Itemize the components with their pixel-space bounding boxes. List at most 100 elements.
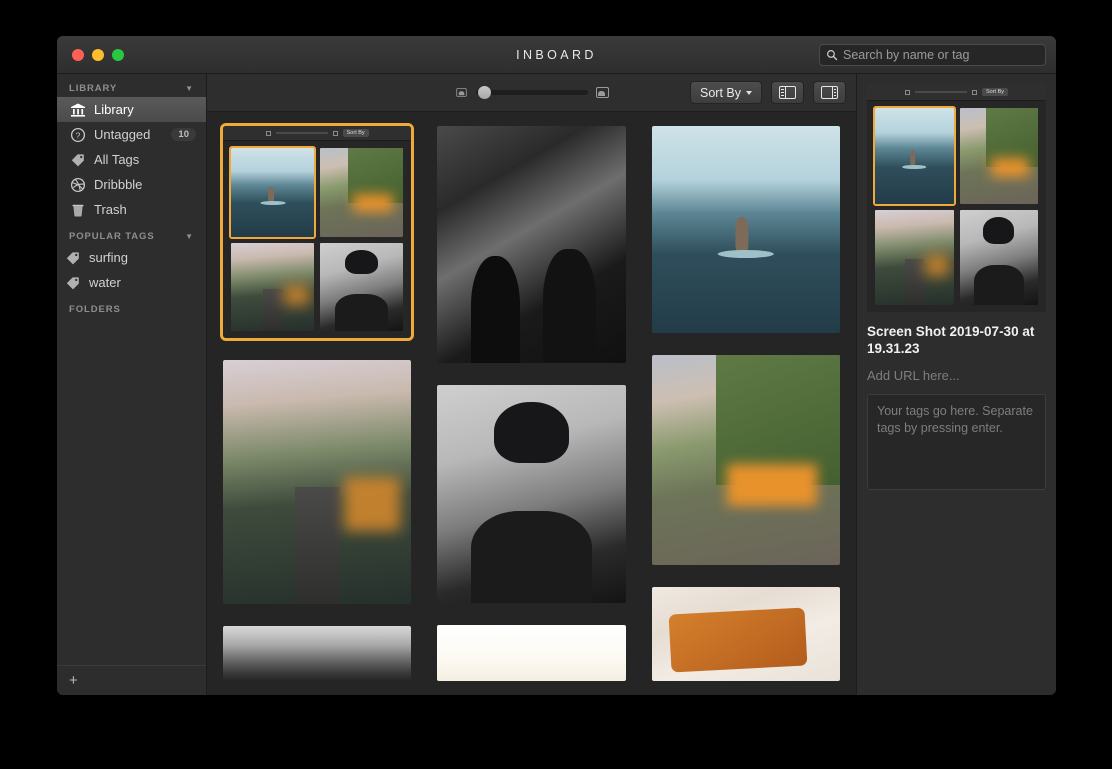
untagged-count-badge: 10 bbox=[171, 127, 196, 142]
search-icon bbox=[827, 50, 838, 61]
grid-item-grilled-cheese[interactable] bbox=[651, 586, 840, 681]
traffic-lights bbox=[57, 48, 124, 61]
mini-sort-label: Sort By bbox=[981, 88, 1009, 96]
dribbble-icon bbox=[70, 177, 86, 192]
sidebar-footer: + bbox=[57, 665, 206, 695]
mini-large-image-icon bbox=[971, 89, 977, 95]
left-panel-toggle-button[interactable] bbox=[771, 81, 804, 104]
thumbnail-image bbox=[437, 126, 626, 363]
thumbnail-size-slider[interactable] bbox=[475, 86, 588, 99]
svg-text:?: ? bbox=[76, 130, 81, 140]
chevron-down-icon[interactable]: ▼ bbox=[185, 232, 194, 241]
inspector-panel: Sort By Screen Shot 2019-07-30 at 19.31.… bbox=[856, 74, 1056, 695]
grid-item-paris-cafe[interactable] bbox=[651, 354, 840, 565]
thumbnail-image bbox=[651, 586, 840, 681]
mini-cell bbox=[320, 242, 404, 332]
url-field[interactable]: Add URL here... bbox=[867, 368, 1046, 383]
grid-item-beanie-portrait[interactable] bbox=[437, 384, 626, 604]
minimize-button[interactable] bbox=[92, 48, 104, 61]
sidebar-item-dribbble[interactable]: Dribbble bbox=[57, 172, 206, 197]
photo-grid: Sort By bbox=[207, 112, 856, 695]
thumbnail-image bbox=[223, 360, 412, 604]
sort-by-button[interactable]: Sort By bbox=[690, 81, 762, 104]
mini-cell bbox=[875, 209, 954, 305]
sidebar-item-label: water bbox=[89, 275, 121, 290]
mini-cell bbox=[959, 209, 1038, 305]
grid-item-ocean-surfer[interactable] bbox=[651, 126, 840, 333]
preview-mini-toolbar: Sort By bbox=[867, 84, 1046, 101]
tag-icon bbox=[71, 153, 84, 166]
mini-small-image-icon bbox=[904, 89, 910, 95]
sidebar-section-library-header[interactable]: LIBRARY ▼ bbox=[57, 80, 206, 97]
title-bar: INBOARD bbox=[57, 36, 1056, 74]
sidebar-item-surfing[interactable]: surfing bbox=[57, 245, 206, 270]
mini-small-image-icon bbox=[265, 130, 271, 136]
sort-by-label: Sort By bbox=[700, 85, 741, 100]
sidebar: LIBRARY ▼ Library ? Untagged 10 All Tags… bbox=[57, 74, 207, 695]
sidebar-item-label: Untagged bbox=[94, 127, 151, 142]
tag-icon bbox=[66, 276, 79, 289]
tags-input[interactable]: Your tags go here. Separate tags by pres… bbox=[867, 394, 1046, 490]
caret-down-icon bbox=[746, 90, 752, 95]
mini-slider bbox=[914, 91, 967, 93]
thumbnail-image bbox=[437, 625, 626, 681]
maximize-button[interactable] bbox=[112, 48, 124, 61]
content-toolbar: Sort By bbox=[207, 74, 856, 112]
sidebar-section-popular-tags-header[interactable]: POPULAR TAGS ▼ bbox=[57, 228, 206, 245]
tag-icon bbox=[66, 251, 79, 264]
sidebar-item-untagged[interactable]: ? Untagged 10 bbox=[57, 122, 206, 147]
grid-item-white-photo[interactable] bbox=[437, 625, 626, 681]
right-panel-toggle-button[interactable] bbox=[813, 81, 846, 104]
sidebar-item-trash[interactable]: Trash bbox=[57, 197, 206, 222]
sidebar-scroll: LIBRARY ▼ Library ? Untagged 10 All Tags… bbox=[57, 74, 206, 665]
question-icon: ? bbox=[70, 127, 86, 142]
grid-column bbox=[651, 126, 840, 681]
grid-item-bare-trees[interactable] bbox=[223, 625, 412, 681]
sidebar-item-label: Trash bbox=[94, 202, 127, 217]
preview-thumbnail[interactable]: Sort By bbox=[867, 84, 1046, 312]
thumbnail-image: Sort By bbox=[223, 126, 412, 339]
content-area: Sort By Sort By bbox=[207, 74, 856, 695]
close-button[interactable] bbox=[72, 48, 84, 61]
grid-column bbox=[437, 126, 626, 681]
bank-icon bbox=[71, 103, 85, 117]
chevron-down-icon[interactable]: ▼ bbox=[185, 84, 194, 93]
mini-large-image-icon bbox=[332, 130, 338, 136]
thumbnail-image bbox=[651, 354, 840, 565]
mini-cell bbox=[320, 148, 404, 237]
trash-icon bbox=[72, 204, 84, 217]
sidebar-section-folders-header[interactable]: FOLDERS bbox=[57, 301, 206, 318]
inboard-window: INBOARD LIBRARY ▼ bbox=[57, 36, 1056, 695]
sidebar-item-label: Dribbble bbox=[94, 177, 143, 192]
sidebar-section-label: POPULAR TAGS bbox=[69, 231, 155, 242]
sidebar-item-water[interactable]: water bbox=[57, 270, 206, 295]
thumbnail-image bbox=[437, 384, 626, 604]
mini-cell bbox=[231, 242, 315, 332]
desktop-background: INBOARD LIBRARY ▼ bbox=[0, 0, 1112, 769]
preview-mini-grid bbox=[867, 101, 1046, 312]
sidebar-item-all-tags[interactable]: All Tags bbox=[57, 147, 206, 172]
search-field[interactable] bbox=[819, 44, 1046, 66]
search-input[interactable] bbox=[843, 48, 1039, 62]
slider-handle[interactable] bbox=[477, 86, 491, 99]
small-image-icon[interactable] bbox=[455, 88, 467, 97]
grid-item-night-window[interactable] bbox=[437, 126, 626, 363]
mini-cell bbox=[228, 146, 317, 239]
sidebar-section-label: LIBRARY bbox=[69, 83, 118, 94]
left-panel-toggle-icon bbox=[779, 86, 796, 99]
grid-column: Sort By bbox=[219, 122, 415, 681]
add-folder-button[interactable]: + bbox=[69, 673, 78, 688]
mini-cell bbox=[873, 106, 956, 206]
large-image-icon[interactable] bbox=[595, 87, 609, 98]
right-panel-toggle-icon bbox=[821, 86, 838, 99]
image-title: Screen Shot 2019-07-30 at 19.31.23 bbox=[867, 324, 1035, 356]
mini-toolbar: Sort By bbox=[223, 126, 412, 141]
grid-item-screenshot-app[interactable]: Sort By bbox=[219, 122, 415, 342]
sidebar-item-library[interactable]: Library bbox=[57, 97, 206, 122]
thumbnail-size-control bbox=[455, 86, 609, 99]
mini-grid bbox=[223, 141, 411, 338]
mini-sort-label: Sort By bbox=[342, 129, 369, 137]
sidebar-item-label: Library bbox=[94, 102, 134, 117]
grid-item-street-sunset[interactable] bbox=[223, 360, 412, 604]
thumbnail-image bbox=[223, 625, 412, 681]
